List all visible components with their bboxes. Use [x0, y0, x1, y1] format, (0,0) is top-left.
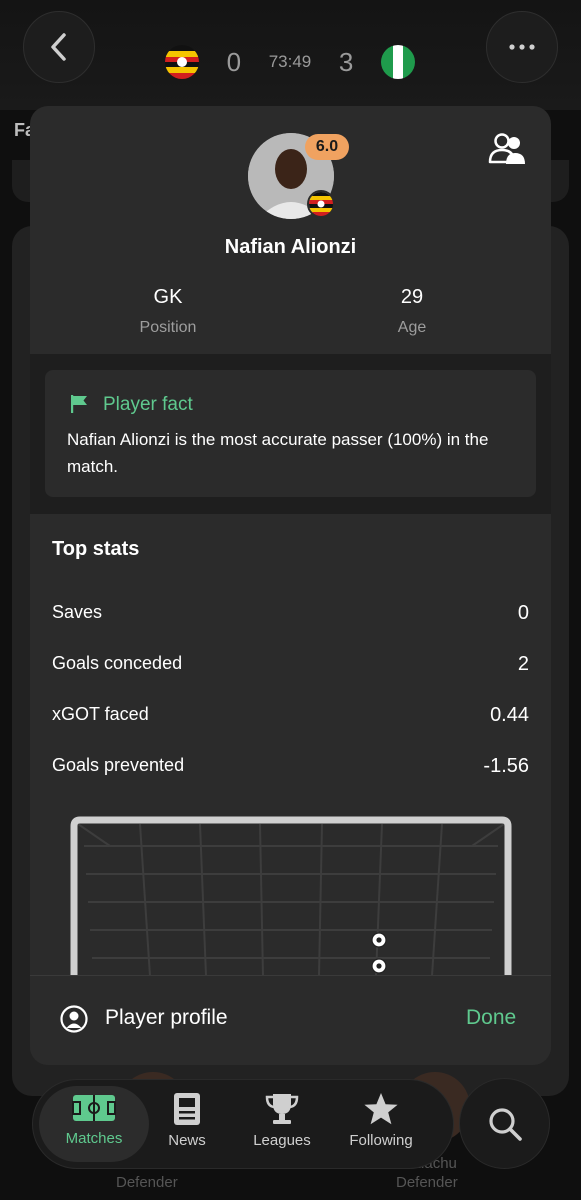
age-label: Age: [397, 319, 427, 336]
search-button[interactable]: [459, 1078, 550, 1169]
nav-item-news[interactable]: News: [137, 1092, 237, 1149]
trophy-icon: [265, 1094, 299, 1124]
nigeria-flag-icon: [380, 45, 415, 79]
position-value: GK: [153, 286, 183, 308]
uganda-flag-icon: [165, 45, 199, 79]
more-button[interactable]: [486, 11, 558, 83]
news-icon: [174, 1093, 200, 1125]
football-icon: [371, 958, 387, 974]
player-header: 6.0 Nafian Alionzi GK Position 29 Age: [30, 106, 551, 354]
goal-shot-map: [70, 816, 512, 976]
scoreboard: 0 73:49 3: [165, 40, 415, 84]
pitch-icon: [72, 1095, 116, 1121]
away-score: 3: [338, 46, 354, 77]
stat-value: -1.56: [483, 755, 529, 777]
bg-player-role: Defender: [116, 1174, 178, 1191]
stat-row: Saves 0: [52, 602, 529, 625]
nav-item-matches[interactable]: Matches: [44, 1092, 144, 1147]
stat-row: Goals conceded 2: [52, 653, 529, 676]
flag-icon: [71, 395, 87, 413]
more-dots-icon: [509, 44, 535, 50]
stat-name: Saves: [52, 602, 103, 622]
player-name: Nafian Alionzi: [224, 236, 357, 258]
uganda-flag-icon: [307, 190, 335, 218]
player-profile-icon: [60, 1005, 88, 1033]
bottom-nav: Matches News Leagues Following: [32, 1079, 454, 1169]
stat-name: xGOT faced: [52, 704, 149, 724]
stat-value: 0.44: [490, 704, 529, 726]
match-clock: 73:49: [268, 52, 312, 71]
player-fact-text: Nafian Alionzi is the most accurate pass…: [67, 430, 489, 476]
football-icon: [371, 932, 387, 948]
bg-player-role: Defender: [396, 1174, 458, 1191]
nav-item-leagues[interactable]: Leagues: [232, 1092, 332, 1149]
home-score: 0: [226, 46, 242, 77]
top-stats-title: Top stats: [52, 538, 140, 560]
nav-label: Following: [349, 1132, 413, 1149]
modal-footer: Player profile Done: [30, 975, 551, 1065]
chevron-left-icon: [51, 33, 66, 61]
back-button[interactable]: [23, 11, 95, 83]
nav-label: News: [168, 1132, 206, 1149]
player-fact-card: Player fact Nafian Alionzi is the most a…: [45, 370, 536, 497]
stat-row: xGOT faced 0.44: [52, 704, 529, 727]
player-fact-title: Player fact: [103, 394, 193, 415]
age-info: 29 Age: [332, 286, 492, 337]
position-info: GK Position: [88, 286, 248, 337]
nav-item-following[interactable]: Following: [331, 1092, 431, 1149]
stat-name: Goals prevented: [52, 755, 185, 775]
compare-players-icon[interactable]: [488, 132, 526, 166]
stat-name: Goals conceded: [52, 653, 183, 673]
stat-row: Goals prevented -1.56: [52, 755, 529, 778]
nav-label: Matches: [65, 1130, 123, 1147]
player-fact-section: Player fact Nafian Alionzi is the most a…: [30, 354, 551, 514]
nav-label: Leagues: [253, 1132, 311, 1149]
position-label: Position: [139, 319, 197, 336]
done-button[interactable]: Done: [466, 1006, 516, 1030]
player-profile-button[interactable]: Player profile: [105, 1006, 228, 1030]
stat-value: 0: [517, 602, 529, 624]
search-icon: [488, 1107, 522, 1141]
age-value: 29: [400, 286, 424, 308]
player-modal: 6.0 Nafian Alionzi GK Position 29 Age Pl…: [30, 106, 551, 1065]
stat-value: 2: [517, 653, 529, 675]
star-icon: [364, 1093, 398, 1125]
rating-badge: 6.0: [305, 134, 349, 160]
